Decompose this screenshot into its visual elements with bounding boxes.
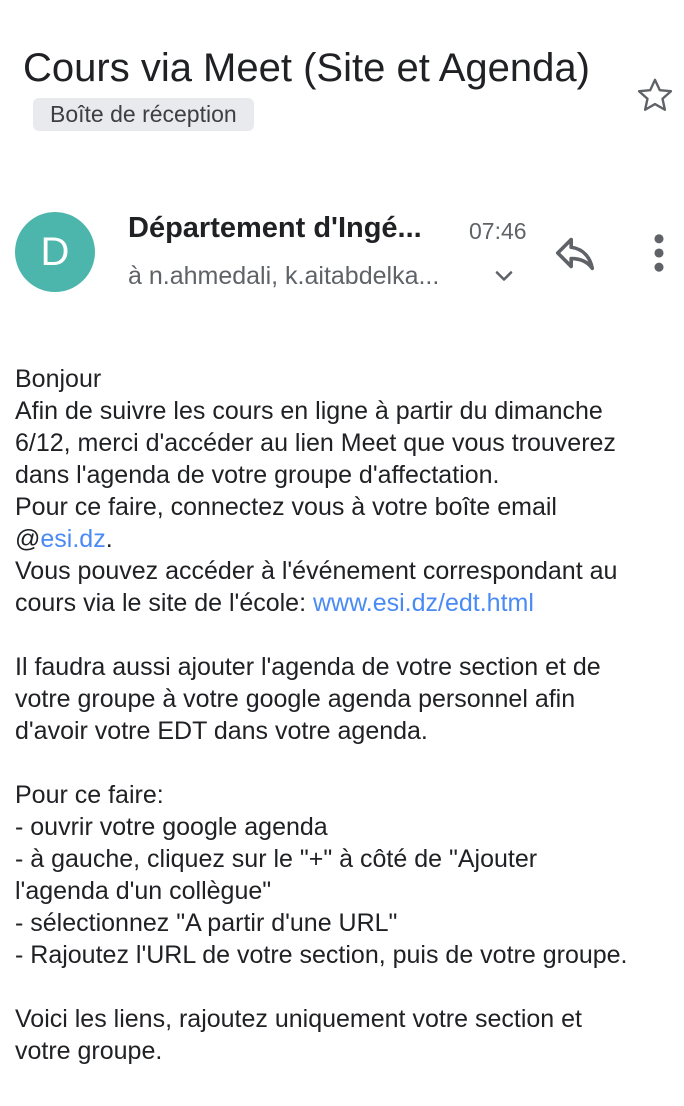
edt-site-link[interactable]: www.esi.dz/edt.html [313, 589, 534, 617]
star-icon[interactable] [633, 74, 677, 118]
subject-header: Cours via Meet (Site et Agenda) Boîte de … [23, 38, 613, 135]
esi-domain-link[interactable]: esi.dz [40, 525, 105, 553]
body-line: Il faudra aussi ajouter l'agenda de votr… [15, 653, 601, 681]
chevron-down-icon[interactable] [490, 262, 518, 290]
body-line: Bonjour [15, 365, 102, 393]
body-line: - sélectionnez "A partir d'une URL" [15, 909, 398, 937]
sender-name[interactable]: Département d'Ingé... [128, 207, 458, 249]
sender-avatar[interactable]: D [15, 212, 95, 292]
body-line: d'avoir votre EDT dans votre agenda. [15, 717, 428, 745]
body-line: votre groupe à votre google agenda perso… [15, 685, 576, 713]
body-line: votre groupe. [15, 1037, 163, 1065]
body-line: Voici les liens, rajoutez uniquement vot… [15, 1005, 582, 1033]
email-time: 07:46 [469, 218, 527, 244]
body-line: Pour ce faire: [15, 781, 164, 809]
period: . [105, 525, 113, 553]
body-line: Afin de suivre les cours en ligne à part… [15, 397, 603, 425]
recipients-summary[interactable]: à n.ahmedali, k.aitabdelka... [128, 257, 470, 295]
body-line: Pour ce faire, connectez vous à votre bo… [15, 493, 557, 521]
body-line: - à gauche, cliquez sur le "+" à côté de… [15, 845, 538, 873]
email-subject: Cours via Meet (Site et Agenda) [23, 46, 590, 90]
inbox-label-chip[interactable]: Boîte de réception [33, 98, 254, 131]
body-line: - ouvrir votre google agenda [15, 813, 328, 841]
at-sign: @ [15, 525, 41, 553]
more-vert-icon[interactable] [642, 230, 676, 276]
body-line: Vous pouvez accéder à l'événement corres… [15, 557, 618, 585]
reply-icon[interactable] [552, 230, 598, 276]
body-line: - Rajoutez l'URL de votre section, puis … [15, 941, 628, 969]
site-text: cours via le site de l'école: [15, 589, 313, 617]
body-line: l'agenda d'un collègue" [15, 877, 272, 905]
body-line: dans l'agenda de votre groupe d'affectat… [15, 461, 500, 489]
email-body: Bonjour Afin de suivre les cours en lign… [15, 363, 679, 1067]
body-line-site: cours via le site de l'école: www.esi.dz… [15, 587, 679, 619]
body-line-domain: @esi.dz. [15, 523, 679, 555]
body-line: 6/12, merci d'accéder au lien Meet que v… [15, 429, 616, 457]
